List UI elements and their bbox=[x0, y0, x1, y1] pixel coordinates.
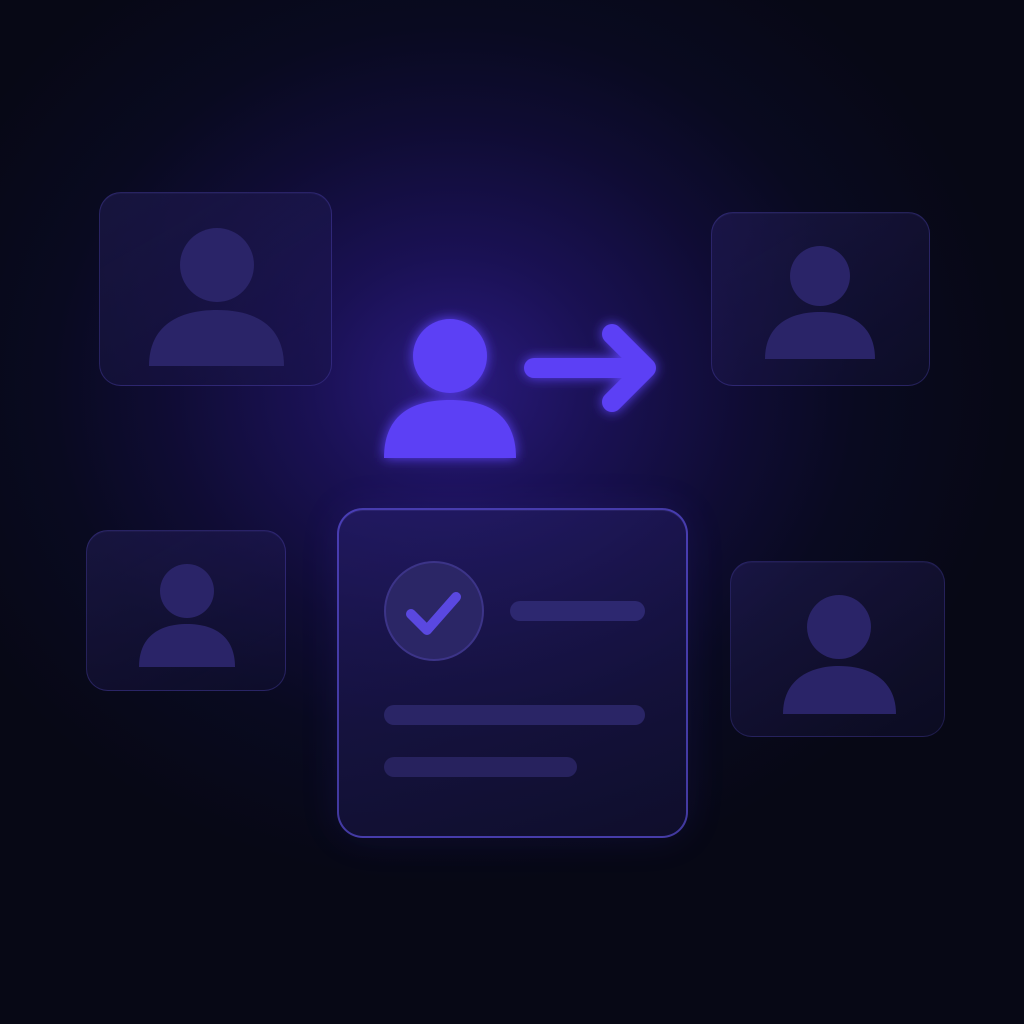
illustration-scene bbox=[0, 0, 1024, 1024]
user-avatar-icon bbox=[765, 246, 875, 359]
verification-card-content bbox=[384, 561, 645, 777]
text-placeholder-bar bbox=[384, 705, 645, 725]
profile-card-bottom-right[interactable] bbox=[730, 561, 945, 737]
profile-card-top-left[interactable] bbox=[99, 192, 332, 386]
user-avatar-icon bbox=[139, 564, 235, 667]
title-placeholder-bar bbox=[510, 601, 645, 621]
verification-card[interactable] bbox=[337, 508, 688, 838]
user-icon bbox=[384, 319, 516, 458]
arrow-right-icon bbox=[524, 324, 656, 412]
text-placeholder-bar-short bbox=[384, 757, 577, 777]
profile-card-bottom-left[interactable] bbox=[86, 530, 286, 691]
check-badge bbox=[384, 561, 484, 661]
user-avatar-icon bbox=[149, 228, 284, 366]
profile-card-top-right[interactable] bbox=[711, 212, 930, 386]
user-avatar-icon bbox=[783, 595, 896, 714]
